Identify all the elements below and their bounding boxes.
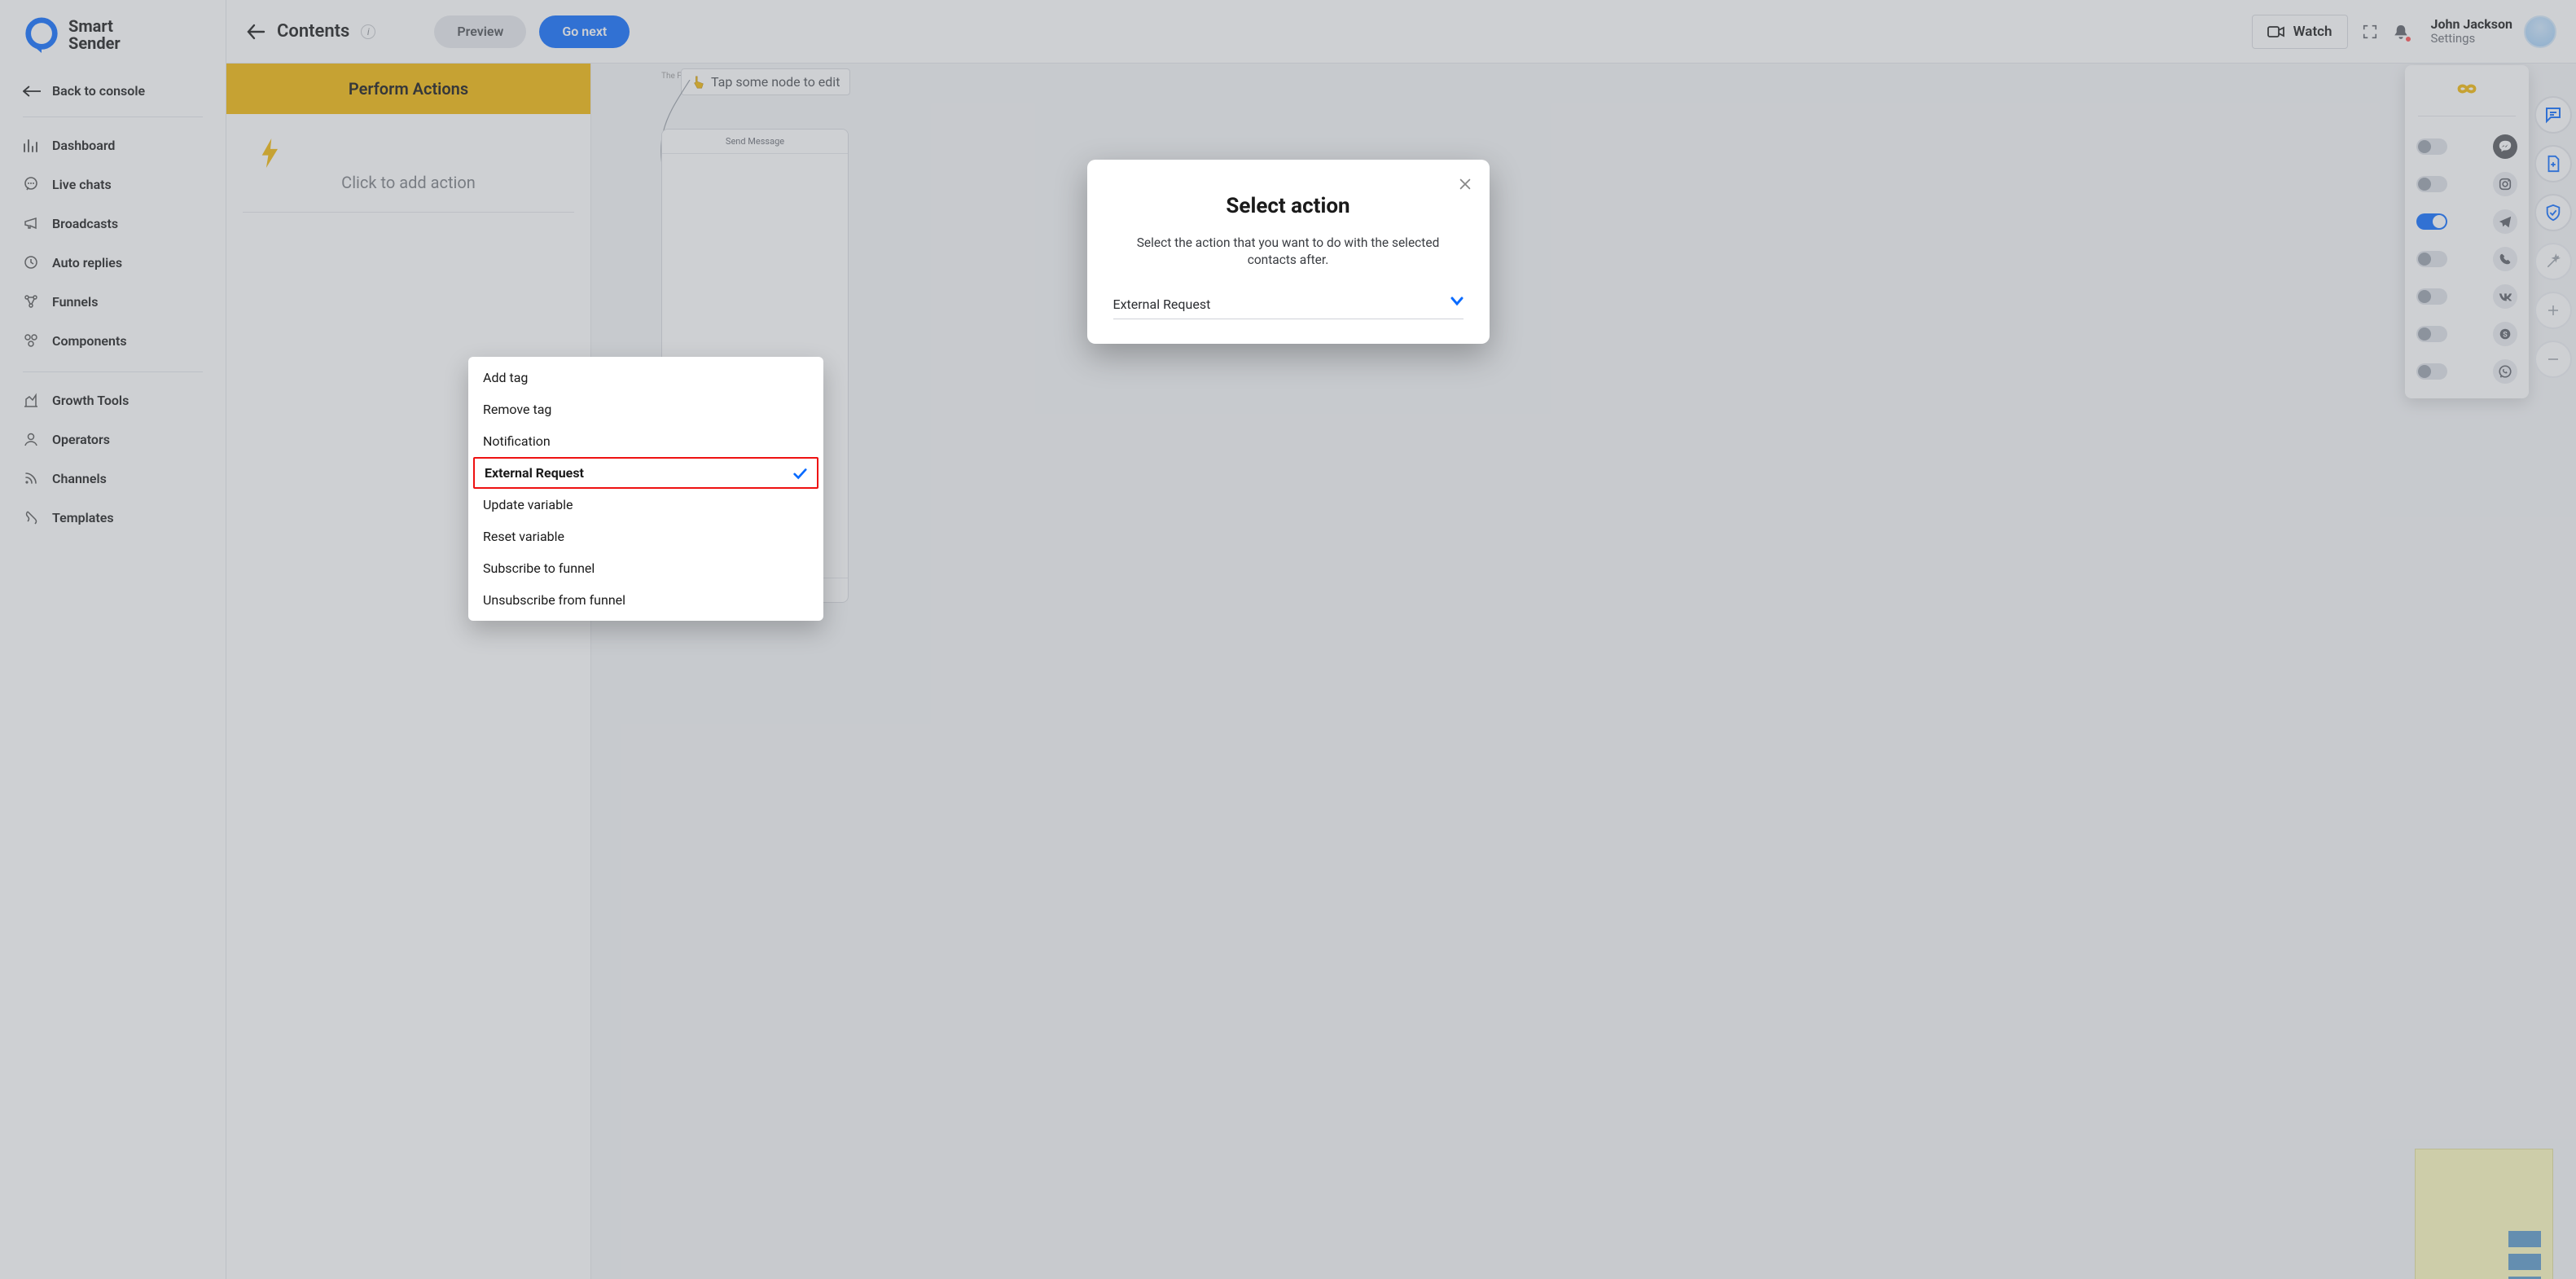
dropdown-option-external-request[interactable]: External Request <box>473 457 818 489</box>
action-select-value: External Request <box>1113 297 1211 312</box>
action-select[interactable]: External Request <box>1113 292 1464 319</box>
app-shell: Smart Sender Back to console Dashboard L… <box>0 0 2576 1279</box>
dropdown-option-add-tag[interactable]: Add tag <box>468 362 823 393</box>
dropdown-option-reset-variable[interactable]: Reset variable <box>468 521 823 552</box>
dropdown-option-unsubscribe-funnel[interactable]: Unsubscribe from funnel <box>468 584 823 616</box>
dropdown-option-remove-tag[interactable]: Remove tag <box>468 393 823 425</box>
chevron-down-icon <box>1450 297 1464 306</box>
check-icon <box>792 466 807 481</box>
action-dropdown: Add tag Remove tag Notification External… <box>468 357 823 621</box>
dropdown-option-notification[interactable]: Notification <box>468 425 823 457</box>
close-icon <box>1458 177 1472 191</box>
dropdown-option-update-variable[interactable]: Update variable <box>468 489 823 521</box>
modal-subtitle: Select the action that you want to do wi… <box>1136 235 1441 269</box>
modal-title: Select action <box>1112 194 1465 218</box>
select-action-modal: Select action Select the action that you… <box>1087 160 1490 344</box>
modal-close-button[interactable] <box>1455 174 1475 194</box>
dropdown-option-subscribe-funnel[interactable]: Subscribe to funnel <box>468 552 823 584</box>
